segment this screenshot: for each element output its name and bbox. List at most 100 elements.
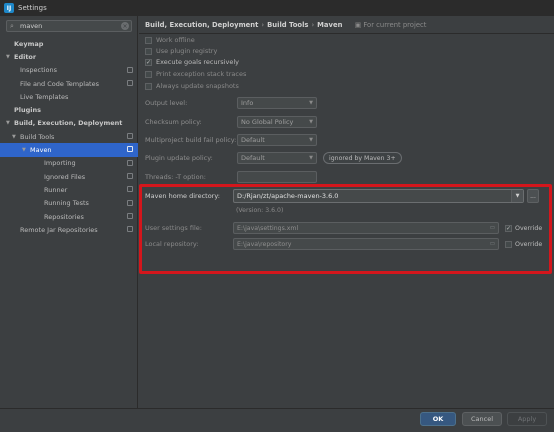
select-value: Info — [241, 99, 254, 107]
checkbox-box[interactable] — [145, 70, 152, 78]
threads-row: Threads: -T option: — [145, 171, 317, 183]
project-scope-icon — [127, 186, 133, 193]
output-level-row: Output level: Info ▼ — [145, 97, 317, 109]
checkbox-box[interactable] — [145, 82, 152, 90]
plugin-update-policy-row: Plugin update policy: Default ▼ ignored b… — [145, 152, 402, 164]
search-icon: ⌕ — [10, 21, 14, 30]
header-divider — [139, 33, 554, 34]
tree-item-label: Build Tools — [20, 132, 55, 141]
tree-item-plugins[interactable]: Plugins — [0, 103, 138, 116]
chevron-down-icon: ▼ — [309, 100, 313, 106]
maven-home-combobox[interactable]: D:/Rjan/zt/apache-maven-3.6.0 ▼ — [233, 189, 524, 203]
checksum-policy-label: Checksum policy: — [145, 118, 202, 126]
intellij-app-icon: IJ — [4, 3, 14, 13]
print-exception-stack-traces-checkbox[interactable]: Print exception stack traces — [145, 70, 246, 78]
local-repository-value: E:\java\repository — [237, 240, 292, 248]
breadcrumb-separator: › — [261, 21, 265, 29]
output-level-select[interactable]: Info ▼ — [237, 97, 317, 109]
user-settings-row: User settings file: E:\java\settings.xml… — [145, 222, 542, 234]
checkbox-label: Execute goals recursively — [156, 58, 239, 66]
select-value: No Global Policy — [241, 118, 294, 126]
threads-input[interactable] — [237, 171, 317, 183]
tree-item-label: Live Templates — [20, 92, 69, 101]
tree-item-running-tests[interactable]: Running Tests — [0, 197, 138, 210]
execute-goals-recursively-checkbox[interactable]: ✓ Execute goals recursively — [145, 58, 239, 66]
local-repository-field[interactable]: E:\java\repository ▭ — [233, 238, 499, 250]
settings-sidebar: ⌕ maven × Keymap ▼ Editor Inspections File a… — [0, 16, 138, 408]
local-repository-override-checkbox[interactable]: Override — [505, 240, 542, 248]
work-offline-checkbox[interactable]: Work offline — [145, 36, 195, 44]
clear-icon[interactable]: × — [121, 22, 129, 30]
checkbox-box[interactable] — [505, 240, 512, 248]
breadcrumb-separator: › — [311, 21, 315, 29]
plugin-update-policy-select[interactable]: Default ▼ — [237, 152, 317, 164]
project-scope-icon — [127, 66, 133, 73]
project-scope-icon — [127, 146, 133, 153]
override-label: Override — [515, 224, 543, 232]
select-value: Default — [241, 154, 265, 162]
chevron-down-icon: ▼ — [309, 155, 313, 161]
breadcrumb-part: Build Tools — [267, 21, 309, 29]
tree-item-file-and-code-templates[interactable]: File and Code Templates — [0, 77, 138, 90]
use-plugin-registry-checkbox[interactable]: Use plugin registry — [145, 47, 217, 55]
apply-button[interactable]: Apply — [507, 412, 547, 426]
checkbox-label: Work offline — [156, 36, 195, 44]
threads-label: Threads: -T option: — [145, 173, 206, 181]
tree-item-label: Editor — [14, 52, 37, 61]
chevron-down-icon[interactable]: ▼ — [511, 190, 523, 202]
maven-home-row: Maven home directory: D:/Rjan/zt/apache-… — [145, 189, 539, 203]
tree-item-label: File and Code Templates — [20, 79, 99, 88]
tree-item-inspections[interactable]: Inspections — [0, 64, 138, 77]
expand-arrow-icon[interactable]: ▼ — [12, 134, 20, 140]
folder-icon[interactable]: ▭ — [490, 225, 495, 231]
user-settings-field[interactable]: E:\java\settings.xml ▭ — [233, 222, 499, 234]
ok-button[interactable]: OK — [420, 412, 456, 426]
project-scope-note: ▣ For current project — [354, 21, 427, 29]
tree-item-label: Running Tests — [44, 199, 89, 208]
tree-item-keymap[interactable]: Keymap — [0, 37, 138, 50]
tree-item-live-templates[interactable]: Live Templates — [0, 90, 138, 103]
multiproject-fail-policy-row: Multiproject build fail policy: Default ▼ — [145, 134, 317, 146]
tree-item-maven[interactable]: ▼ Maven — [0, 143, 138, 157]
settings-tree: Keymap ▼ Editor Inspections File and Code Te… — [0, 37, 138, 236]
chevron-down-icon: ▼ — [309, 119, 313, 125]
tree-item-ignored-files[interactable]: Ignored Files — [0, 170, 138, 183]
expand-arrow-icon[interactable]: ▼ — [6, 120, 14, 126]
multiproject-fail-policy-select[interactable]: Default ▼ — [237, 134, 317, 146]
expand-arrow-icon[interactable]: ▼ — [6, 54, 14, 60]
tree-item-label: Inspections — [20, 66, 57, 75]
checkbox-label: Always update snapshots — [156, 82, 239, 90]
tree-item-label: Plugins — [14, 106, 41, 115]
expand-arrow-icon[interactable]: ▼ — [22, 147, 30, 153]
checksum-policy-select[interactable]: No Global Policy ▼ — [237, 116, 317, 128]
plugin-update-policy-label: Plugin update policy: — [145, 154, 213, 162]
user-settings-value: E:\java\settings.xml — [237, 224, 299, 232]
checkmark-icon[interactable]: ✓ — [505, 224, 512, 232]
tree-item-editor[interactable]: ▼ Editor — [0, 50, 138, 63]
tree-item-build-execution-deployment[interactable]: ▼ Build, Execution, Deployment — [0, 117, 138, 130]
maven-home-value: D:/Rjan/zt/apache-maven-3.6.0 — [237, 192, 339, 200]
project-scope-icon — [127, 159, 133, 166]
tree-item-runner[interactable]: Runner — [0, 183, 138, 196]
folder-icon[interactable]: ▭ — [490, 241, 495, 247]
breadcrumb-part: Maven — [317, 21, 343, 29]
tree-item-remote-jar-repositories[interactable]: Remote Jar Repositories — [0, 223, 138, 236]
browse-button[interactable]: ... — [527, 189, 539, 203]
ignored-by-maven-badge: ignored by Maven 3+ — [323, 152, 402, 164]
window-title: Settings — [18, 4, 47, 12]
tree-item-repositories[interactable]: Repositories — [0, 210, 138, 223]
checkbox-label: Use plugin registry — [156, 47, 218, 55]
always-update-snapshots-checkbox[interactable]: Always update snapshots — [145, 82, 239, 90]
checkbox-box[interactable] — [145, 36, 152, 44]
tree-item-label: Maven — [30, 146, 52, 155]
local-repository-row: Local repository: E:\java\repository ▭ O… — [145, 238, 542, 250]
project-scope-icon — [127, 133, 133, 140]
cancel-button[interactable]: Cancel — [462, 412, 502, 426]
user-settings-override-checkbox[interactable]: ✓ Override — [505, 224, 543, 232]
settings-search-box[interactable]: ⌕ maven × — [6, 20, 132, 32]
tree-item-build-tools[interactable]: ▼ Build Tools — [0, 130, 138, 143]
checkbox-box[interactable] — [145, 47, 152, 55]
search-input[interactable]: maven — [18, 22, 121, 30]
checkmark-icon[interactable]: ✓ — [145, 58, 152, 66]
tree-item-importing[interactable]: Importing — [0, 157, 138, 170]
